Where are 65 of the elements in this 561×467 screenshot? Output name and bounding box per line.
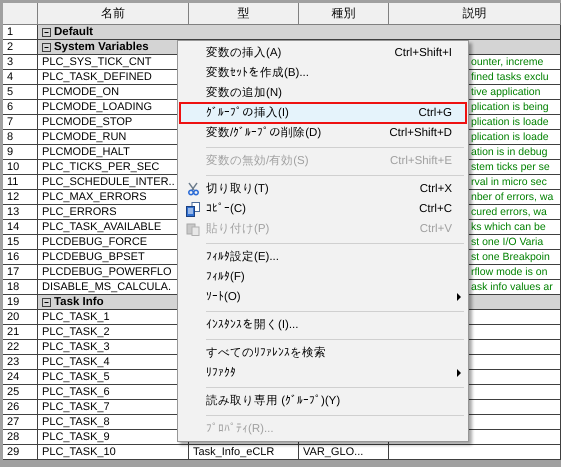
table-cell: Task_Info_eCLR [189,445,299,460]
table-cell: fined tasks exclu [471,71,549,83]
row-number: 13 [3,205,38,220]
table-cell: plication is loade [471,116,549,128]
row-number: 21 [3,325,38,340]
table-cell: plication is being [471,101,549,113]
table-cell: PLC_TASK_9 [38,430,189,445]
collapse-icon[interactable] [42,298,51,306]
row-number: 25 [3,385,38,400]
table-cell: ation is in debug [471,146,548,158]
table-cell: cured errors, wa [471,206,547,218]
group-name: System Variables [54,40,149,54]
menu-item[interactable]: ｸﾞﾙｰﾌﾟの挿入(I) Ctrl+G [180,103,466,123]
row-number: 14 [3,220,38,235]
row-number: 1 [3,25,38,40]
table-cell: ounter, increme [471,56,544,68]
row-number: 2 [3,40,38,55]
row-number: 11 [3,175,38,190]
row-number: 5 [3,85,38,100]
table-cell: rflow mode is on [471,266,548,278]
row-number: 8 [3,130,38,145]
table-cell: PLC_TASK_10 [38,445,189,460]
row-number: 23 [3,355,38,370]
row-number: 24 [3,370,38,385]
row-number: 16 [3,250,38,265]
column-header[interactable]: 説明 [389,3,561,25]
table-cell: ks which can be [471,221,546,233]
table-cell: ask info values ar [471,281,553,293]
collapse-icon[interactable] [42,42,51,52]
table-cell: rval in micro sec [471,176,547,188]
table-cell: VAR_GLO... [299,445,389,460]
row-number: 9 [3,145,38,160]
row-number: 17 [3,265,38,280]
column-header[interactable]: 名前 [38,3,189,25]
table-cell: st one I/O Varia [471,236,544,248]
group-name: Default [54,25,93,39]
row-number: 20 [3,310,38,325]
table-cell: nber of errors, wa [471,191,554,203]
row-number: 19 [3,295,38,310]
row-number: 29 [3,445,38,460]
scissors-icon [186,182,200,196]
row-number: 7 [3,115,38,130]
group-name: Task Info [54,295,104,309]
row-number: 22 [3,340,38,355]
column-header[interactable]: 型 [189,3,299,25]
row-number: 27 [3,415,38,430]
table-cell: st one Breakpoin [471,251,550,263]
row-number: 28 [3,430,38,445]
table-cell: tive application [471,86,540,98]
row-number: 15 [3,235,38,250]
row-number: 6 [3,100,38,115]
column-header[interactable]: 種別 [299,3,389,25]
copy-icon [186,202,200,216]
row-number: 3 [3,55,38,70]
row-number: 18 [3,280,38,295]
row-number: 4 [3,70,38,85]
row-number: 12 [3,190,38,205]
group-row[interactable]: Default [38,25,561,40]
paste-icon [186,222,200,236]
row-number: 26 [3,400,38,415]
row-number: 10 [3,160,38,175]
header-cell [3,3,38,25]
collapse-icon[interactable] [42,28,51,36]
table-cell: stem ticks per se [471,161,550,173]
table-cell: plication is loade [471,131,549,143]
